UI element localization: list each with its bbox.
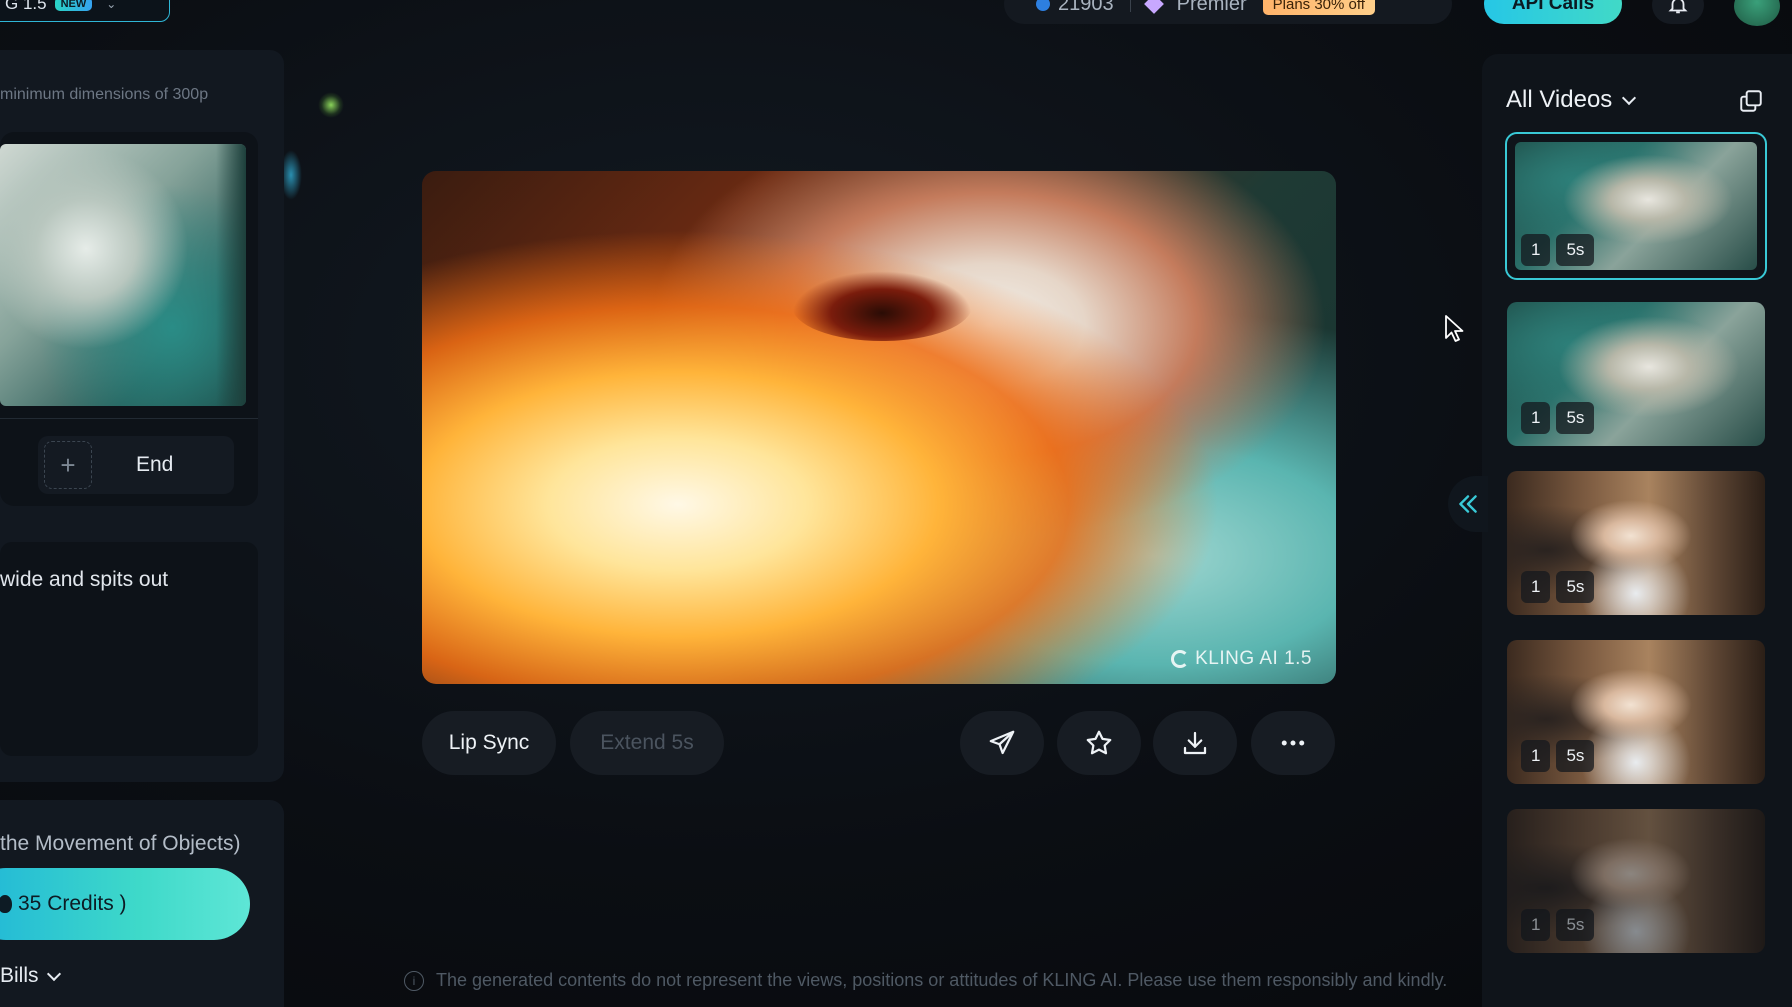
background-glow xyxy=(318,92,344,118)
favorite-button[interactable] xyxy=(1057,711,1141,775)
video-thumbnail[interactable]: 1 5s xyxy=(1507,809,1765,953)
collapse-icon xyxy=(1459,495,1477,513)
account-stats[interactable]: 21903 Premier Plans 30% off xyxy=(1004,0,1452,24)
watermark-text: KLING AI 1.5 xyxy=(1195,648,1312,669)
duration-badge: 5s xyxy=(1556,740,1595,772)
video-count-badge: 1 xyxy=(1521,402,1551,434)
video-count-badge: 1 xyxy=(1521,740,1551,772)
collapse-panel-button[interactable] xyxy=(1448,476,1488,532)
video-thumbnail[interactable]: 1 5s xyxy=(1505,132,1767,280)
duration-badge: 5s xyxy=(1556,571,1595,603)
duration-badge: 5s xyxy=(1556,234,1595,266)
end-frame-label: End xyxy=(136,453,174,476)
chevron-down-icon xyxy=(1622,90,1637,105)
flame-icon xyxy=(0,895,12,913)
thumbnail-badges: 1 5s xyxy=(1521,571,1595,603)
download-button[interactable] xyxy=(1153,711,1237,775)
video-thumbnail[interactable]: 1 5s xyxy=(1507,471,1765,615)
share-icon xyxy=(989,730,1015,755)
new-badge: NEW xyxy=(54,0,93,11)
api-calls-button[interactable]: API Calls xyxy=(1484,0,1622,24)
kling-logo-icon xyxy=(1171,650,1190,668)
mouse-cursor-icon xyxy=(1445,315,1464,342)
plus-icon: + xyxy=(44,441,92,489)
divider xyxy=(0,418,258,419)
divider xyxy=(1129,0,1131,12)
left-settings-panel: minimum dimensions of 300p + End wide an… xyxy=(0,50,284,782)
video-content xyxy=(792,271,972,341)
video-thumbnail[interactable]: 1 5s xyxy=(1507,302,1765,446)
diamond-icon xyxy=(1143,0,1164,14)
thumbnail-badges: 1 5s xyxy=(1521,909,1595,941)
duration-badge: 5s xyxy=(1556,909,1595,941)
star-icon xyxy=(1086,730,1112,755)
thumbnail-badges: 1 5s xyxy=(1521,740,1595,772)
chevron-down-icon xyxy=(46,966,61,981)
generate-credits-label: 35 Credits ) xyxy=(18,892,127,915)
credits-count: 21903 xyxy=(1058,0,1114,15)
membership-label: Premier xyxy=(1176,0,1247,15)
video-count-badge: 1 xyxy=(1521,571,1551,603)
prompt-input[interactable]: wide and spits out xyxy=(0,542,258,756)
all-videos-filter[interactable]: All Videos xyxy=(1506,86,1637,114)
start-frame-image[interactable] xyxy=(0,144,246,406)
frame-hint-text: minimum dimensions of 300p xyxy=(0,86,209,103)
lip-sync-button[interactable]: Lip Sync xyxy=(422,711,556,775)
generate-button[interactable]: 35 Credits ) xyxy=(0,868,250,940)
all-videos-label: All Videos xyxy=(1506,86,1613,113)
copy-icon[interactable] xyxy=(1738,88,1764,114)
bills-dropdown[interactable]: Bills xyxy=(0,964,61,988)
prompt-text: wide and spits out xyxy=(0,568,169,591)
extend-button[interactable]: Extend 5s xyxy=(570,711,724,775)
avatar[interactable] xyxy=(1734,0,1780,26)
bills-label: Bills xyxy=(0,964,39,987)
more-options-button[interactable] xyxy=(1251,711,1335,775)
video-count-badge: 1 xyxy=(1521,909,1551,941)
app-root: G 1.5 NEW ⌄ 21903 Premier Plans 30% off … xyxy=(0,0,1792,1007)
model-label: G 1.5 xyxy=(5,0,47,13)
credits-icon xyxy=(1036,0,1050,11)
watermark: KLING AI 1.5 xyxy=(1171,648,1312,670)
notifications-button[interactable] xyxy=(1652,0,1704,24)
share-button[interactable] xyxy=(960,711,1044,775)
chevron-down-icon: ⌄ xyxy=(106,0,117,11)
thumbnail-badges: 1 5s xyxy=(1521,402,1595,434)
bell-icon xyxy=(1668,0,1688,14)
video-thumbnail[interactable]: 1 5s xyxy=(1507,640,1765,784)
duration-badge: 5s xyxy=(1556,402,1595,434)
top-bar: G 1.5 NEW ⌄ 21903 Premier Plans 30% off … xyxy=(0,0,1792,30)
motion-setting-label: the Movement of Objects) xyxy=(0,832,241,855)
end-frame-slot[interactable]: + End xyxy=(38,436,234,494)
frames-card: + End xyxy=(0,132,258,506)
download-icon xyxy=(1183,731,1207,755)
disclaimer-text: The generated contents do not represent … xyxy=(436,970,1448,990)
disclaimer: i The generated contents do not represen… xyxy=(404,970,1447,991)
video-count-badge: 1 xyxy=(1521,234,1551,266)
model-selector[interactable]: G 1.5 NEW ⌄ xyxy=(0,0,170,22)
more-icon xyxy=(1281,740,1305,746)
plans-badge[interactable]: Plans 30% off xyxy=(1262,0,1375,15)
video-preview[interactable]: KLING AI 1.5 xyxy=(422,171,1336,684)
thumbnail-badges: 1 5s xyxy=(1521,234,1595,266)
info-icon: i xyxy=(404,970,424,991)
